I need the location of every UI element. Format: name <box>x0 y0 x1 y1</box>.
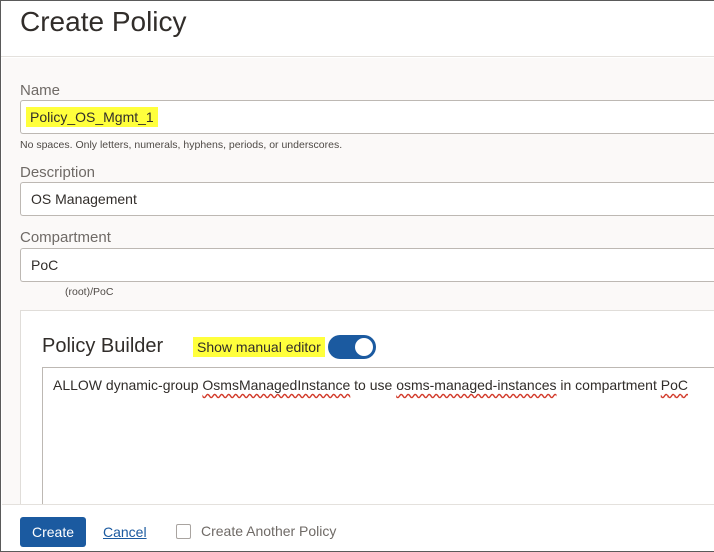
name-label: Name <box>20 82 61 99</box>
page-title: Create Policy <box>20 6 187 37</box>
statement-resource: osms-managed-instances <box>396 377 557 393</box>
toggle-knob <box>355 338 373 356</box>
name-value: Policy_OS_Mgmt_1 <box>26 107 158 127</box>
compartment-path: (root)/PoC <box>65 286 114 298</box>
create-another-label: Create Another Policy <box>201 523 337 539</box>
manual-editor-label: Show manual editor <box>193 337 325 357</box>
statement-group: OsmsManagedInstance <box>202 377 351 393</box>
manual-editor-toggle[interactable] <box>328 335 376 359</box>
name-input[interactable]: Policy_OS_Mgmt_1 <box>20 100 714 134</box>
statement-compartment: PoC <box>660 377 688 393</box>
panel-footer: Create Cancel Create Another Policy <box>2 504 714 551</box>
description-input[interactable]: OS Management <box>20 182 714 216</box>
name-hint: No spaces. Only letters, numerals, hyphe… <box>20 139 343 151</box>
policy-builder-title: Policy Builder <box>42 335 164 357</box>
panel-header: Create Policy <box>1 1 714 57</box>
policy-statement-editor[interactable]: ALLOW dynamic-group OsmsManagedInstance … <box>42 367 714 517</box>
description-label: Description <box>20 164 96 181</box>
compartment-select[interactable]: PoC <box>20 248 714 282</box>
statement-text: to use <box>350 377 397 393</box>
statement-text: ALLOW dynamic-group <box>53 377 203 393</box>
compartment-label: Compartment <box>20 229 111 246</box>
create-another-checkbox[interactable] <box>176 524 191 539</box>
cancel-link[interactable]: Cancel <box>103 524 147 540</box>
policy-builder-card: Policy Builder Show manual editor ALLOW … <box>20 310 714 517</box>
create-policy-panel: Create Policy Name Policy_OS_Mgmt_1 No s… <box>0 0 714 552</box>
create-button[interactable]: Create <box>20 517 86 547</box>
statement-text: in compartment <box>556 377 661 393</box>
